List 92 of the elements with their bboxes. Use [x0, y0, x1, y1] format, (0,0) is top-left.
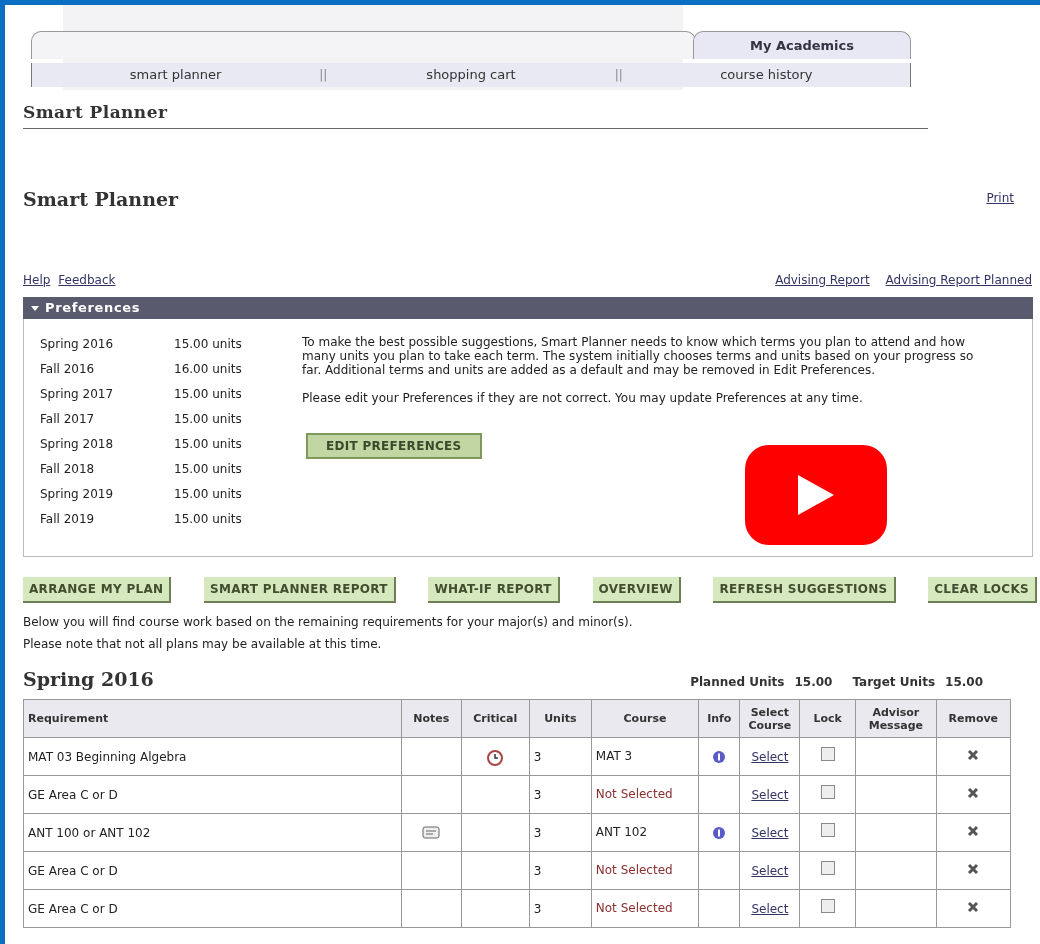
table-cell: 3 [529, 775, 592, 814]
note-text: Below you will find course work based on the remaining requirements for your major(s) and minor(s). [23, 613, 634, 631]
term-units: 15.00 units [174, 461, 242, 478]
table-cell: 3 [529, 851, 592, 890]
action-button[interactable]: REFRESH SUGGESTIONS [713, 576, 896, 603]
print-link[interactable]: Print [986, 188, 1014, 207]
lock-checkbox[interactable] [820, 785, 835, 799]
remove-button[interactable] [967, 824, 980, 837]
table-cell: GE Area C or D [23, 851, 402, 890]
term-units: 15.00 units [174, 336, 242, 353]
description-text: Please edit your Preferences if they are not correct. You may update Preferences at any time. [302, 389, 864, 407]
info-icon [713, 827, 726, 839]
table-cell: MAT 03 Beginning Algebra [23, 737, 402, 776]
sub-tab-link[interactable]: course history [622, 65, 910, 85]
term-units: 15.00 units [174, 511, 242, 528]
table-cell: Not Selected [591, 775, 699, 814]
planned-units-value: 15.00 [794, 674, 833, 691]
action-button[interactable]: ARRANGE MY PLAN [23, 576, 172, 603]
preferences-header[interactable]: Preferences [23, 296, 1033, 319]
column-header: Notes [401, 699, 462, 738]
target-units-value: 15.00 [945, 674, 983, 691]
action-button[interactable]: WHAT-IF REPORT [428, 576, 560, 603]
table-cell: 3 [529, 889, 592, 928]
term-units: 15.00 units [174, 411, 242, 428]
remove-icon [967, 748, 980, 761]
term-name: Spring 2017 [40, 386, 115, 403]
column-header: Advisor Message [855, 699, 937, 738]
tab-separator: || [614, 67, 623, 84]
note-icon [422, 826, 441, 840]
term-name: Spring 2019 [40, 486, 115, 503]
table-cell: MAT 3 [591, 737, 699, 776]
term-units: 16.00 units [174, 361, 242, 378]
tab[interactable]: My Academics [693, 31, 911, 59]
term-name: Fall 2016 [40, 361, 96, 378]
table-cell: 3 [529, 737, 592, 776]
remove-icon [967, 786, 980, 799]
column-header: Critical [461, 699, 530, 738]
term-name: Fall 2019 [40, 511, 96, 528]
sub-tab-link[interactable]: shopping cart [327, 65, 615, 85]
term-title: Spring 2016 [23, 666, 154, 692]
edit-preferences-button[interactable]: EDIT PREFERENCES [306, 432, 482, 459]
table-cell: ANT 100 or ANT 102 [23, 813, 402, 852]
note-text: Please note that not all plans may be available at this time. [23, 635, 383, 653]
term-units: 15.00 units [174, 486, 242, 503]
lock-checkbox[interactable] [820, 823, 835, 837]
remove-button[interactable] [967, 862, 980, 875]
table-cell: Not Selected [591, 889, 699, 928]
column-header: Select Course [739, 699, 800, 738]
planned-units-label: Planned Units [690, 674, 785, 691]
term-name: Spring 2018 [40, 436, 115, 453]
remove-button[interactable] [967, 900, 980, 913]
remove-icon [967, 900, 980, 913]
section-heading: Smart Planner [23, 102, 168, 122]
info-icon [713, 751, 726, 763]
play-button[interactable] [745, 445, 887, 545]
target-units-label: Target Units [852, 674, 936, 691]
remove-icon [967, 862, 980, 875]
remove-button[interactable] [967, 786, 980, 799]
action-button[interactable]: OVERVIEW [592, 576, 681, 603]
play-icon [796, 473, 836, 517]
column-header: Lock [799, 699, 856, 738]
term-units: 15.00 units [174, 436, 242, 453]
action-button[interactable]: SMART PLANNER REPORT [204, 576, 396, 603]
table-cell: GE Area C or D [23, 775, 402, 814]
table-cell: 3 [529, 813, 592, 852]
remove-icon [967, 824, 980, 837]
column-header: Units [529, 699, 592, 738]
table-cell: GE Area C or D [23, 889, 402, 928]
lock-checkbox[interactable] [820, 747, 835, 761]
table-cell: ANT 102 [591, 813, 699, 852]
column-header: Info [698, 699, 740, 738]
remove-button[interactable] [967, 748, 980, 761]
link[interactable]: Feedback [58, 270, 116, 289]
tab-separator: || [319, 67, 328, 84]
page-title: Smart Planner [23, 186, 179, 212]
column-header: Requirement [23, 699, 402, 738]
link[interactable]: Advising Report Planned [885, 270, 1032, 289]
link[interactable]: Help [23, 270, 51, 289]
lock-checkbox[interactable] [820, 861, 835, 875]
action-button[interactable]: CLEAR LOCKS [928, 576, 1037, 603]
sub-tab-link[interactable]: smart planner [32, 65, 320, 85]
description-text: To make the best possible suggestions, Smart Planner needs to know which terms you plan to attend and how many units you plan to take each term. The system initially chooses terms and units based on your progress so far. Additional terms and units are added as a default and may be removed in Edit Preferences. [302, 334, 975, 377]
column-header: Course [591, 699, 699, 738]
clock-icon [485, 747, 506, 766]
lock-checkbox[interactable] [820, 899, 835, 913]
term-name: Spring 2016 [40, 336, 115, 353]
column-header: Remove [936, 699, 1011, 738]
term-name: Fall 2018 [40, 461, 96, 478]
term-name: Fall 2017 [40, 411, 96, 428]
link[interactable]: Advising Report [775, 270, 870, 289]
term-units: 15.00 units [174, 386, 242, 403]
table-cell: Not Selected [591, 851, 699, 890]
